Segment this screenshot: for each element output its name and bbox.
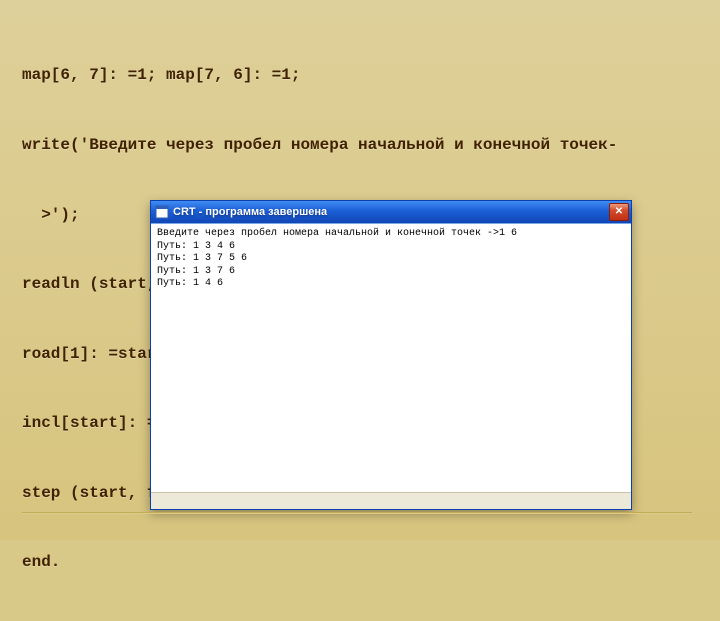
slide-container: map[6, 7]: =1; map[7, 6]: =1; write('Вве… [0,0,720,540]
console-output: Введите через пробел номера начальной и … [151,223,631,492]
console-line: Путь: 1 3 7 5 6 [157,253,247,264]
app-icon [155,205,169,219]
footer-rule [22,512,692,514]
close-icon: ✕ [615,206,623,218]
window-titlebar: CRT - программа завершена ✕ [151,201,631,223]
window-statusbar [151,492,631,509]
console-line: Путь: 1 3 4 6 [157,241,235,252]
console-line: Путь: 1 4 6 [157,278,223,289]
code-line: write('Введите через пробел номера начал… [22,134,698,157]
code-line: end. [22,551,698,574]
console-line: Введите через пробел номера начальной и … [157,228,517,239]
console-line: Путь: 1 3 7 6 [157,266,235,277]
close-button[interactable]: ✕ [609,203,629,221]
crt-window: CRT - программа завершена ✕ Введите чере… [150,200,632,510]
code-line: map[6, 7]: =1; map[7, 6]: =1; [22,64,698,87]
window-title: CRT - программа завершена [173,206,605,218]
